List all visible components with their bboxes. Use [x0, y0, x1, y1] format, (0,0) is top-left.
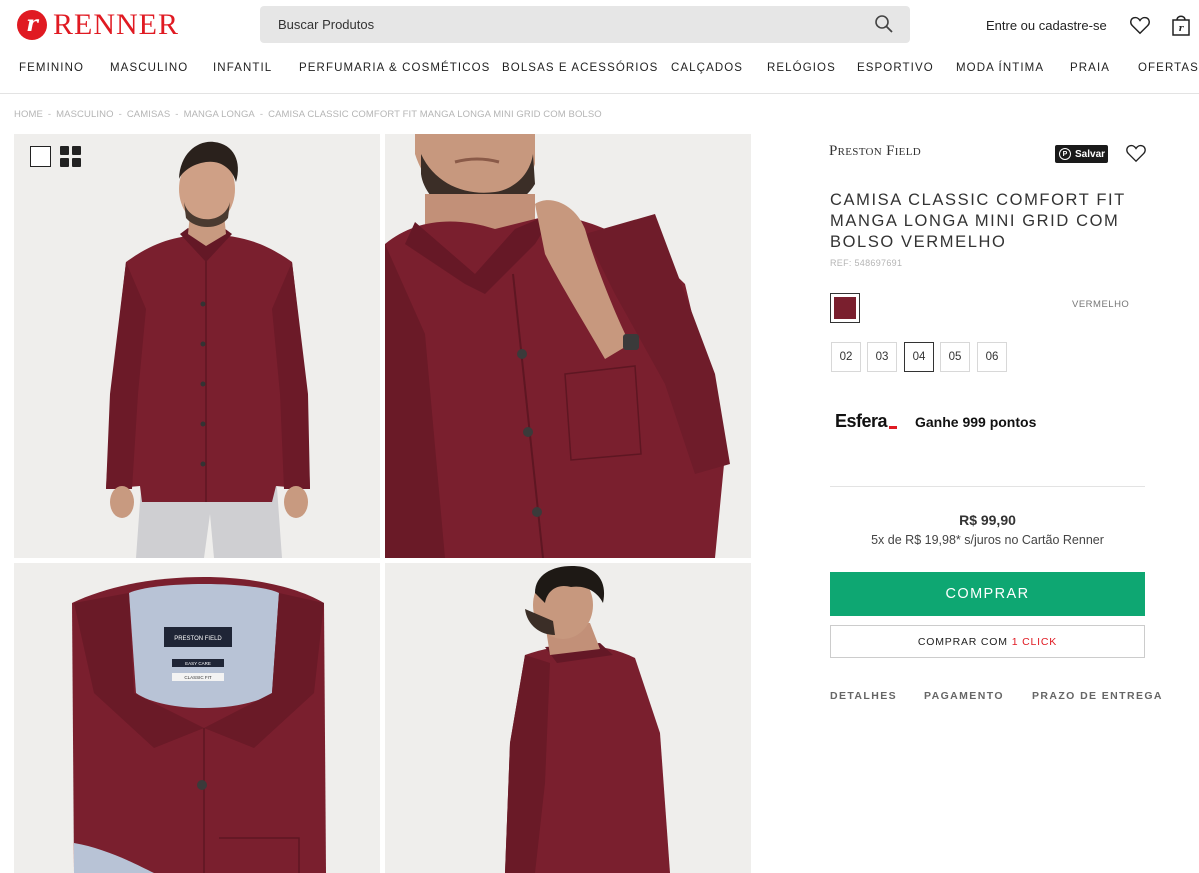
nav-item-calcados[interactable]: CALÇADOS [671, 62, 743, 74]
size-option-06[interactable]: 06 [977, 342, 1007, 372]
save-label: Salvar [1075, 148, 1106, 160]
product-photo-closeup[interactable] [385, 134, 751, 558]
nav-item-bolsas[interactable]: BOLSAS E ACESSÓRIOS [502, 62, 658, 74]
view-grid-icon[interactable] [60, 146, 81, 167]
product-photo-front[interactable] [14, 134, 380, 558]
product-photo-side-image [385, 563, 751, 873]
one-click-label: COMPRAR COM [917, 635, 1008, 648]
esfera-logo: Esfera [835, 411, 898, 432]
renner-logo[interactable]: r RENNER [17, 9, 179, 41]
tab-detalhes[interactable]: DETALHES [830, 690, 897, 702]
breadcrumb-current: CAMISA CLASSIC COMFORT FIT MANGA LONGA M… [268, 109, 602, 120]
nav-item-infantil[interactable]: INFANTIL [213, 62, 272, 74]
nav-item-esportivo[interactable]: ESPORTIVO [857, 62, 934, 74]
color-name: VERMELHO [1072, 299, 1130, 310]
favorite-heart-icon[interactable] [1125, 143, 1147, 163]
size-option-04[interactable]: 04 [904, 342, 934, 372]
folded-label-tag2: CLASSIC FIT [184, 675, 212, 680]
esfera-logo-text: Esfera [835, 411, 888, 431]
esfera-logo-dash [889, 426, 898, 429]
size-option-03[interactable]: 03 [867, 342, 897, 372]
product-photo-side[interactable] [385, 563, 751, 873]
shopping-bag-icon[interactable]: r [1171, 13, 1191, 37]
nav-item-relogios[interactable]: RELÓGIOS [767, 62, 836, 74]
login-link[interactable]: Entre ou cadastre-se [986, 18, 1107, 33]
nav-item-moda-intima[interactable]: MODA ÍNTIMA [956, 62, 1044, 74]
size-option-05[interactable]: 05 [940, 342, 970, 372]
size-option-02[interactable]: 02 [831, 342, 861, 372]
product-ref: REF: 548697691 [830, 258, 903, 268]
search-bar [260, 6, 910, 43]
main-nav: FEMININO MASCULINO INFANTIL PERFUMARIA &… [0, 60, 1199, 80]
tab-prazo-de-entrega[interactable]: PRAZO DE ENTREGA [1032, 690, 1163, 702]
nav-item-masculino[interactable]: MASCULINO [110, 62, 188, 74]
price-divider [830, 486, 1145, 487]
view-single-icon[interactable] [30, 146, 51, 167]
logo-mark-icon: r [17, 10, 47, 40]
buy-button[interactable]: COMPRAR [830, 572, 1145, 616]
search-icon[interactable] [874, 14, 894, 34]
nav-item-perfumaria[interactable]: PERFUMARIA & COSMÉTICOS [299, 62, 490, 74]
one-click-highlight: 1 CLICK [1011, 635, 1058, 648]
product-price: R$ 99,90 [959, 512, 1016, 528]
search-input[interactable] [260, 6, 860, 43]
header-divider [0, 93, 1199, 94]
product-photo-front-image [14, 134, 380, 558]
breadcrumb-masculino[interactable]: MASCULINO [56, 109, 113, 120]
brand-name[interactable]: Preston Field [829, 143, 921, 160]
installments-info: 5x de R$ 19,98* s/juros no Cartão Renner [871, 533, 1104, 547]
wishlist-heart-icon[interactable] [1129, 14, 1151, 36]
breadcrumb-manga-longa[interactable]: MANGA LONGA [184, 109, 255, 120]
breadcrumb: HOME - MASCULINO - CAMISAS - MANGA LONGA - CAMIS… [14, 109, 602, 120]
nav-item-feminino[interactable]: FEMININO [19, 62, 84, 74]
esfera-points: Ganhe 999 pontos [915, 414, 1037, 430]
product-photo-closeup-image [385, 134, 751, 558]
svg-text:r: r [1179, 24, 1185, 34]
folded-label-brand: PRESTON FIELD [174, 636, 222, 642]
tab-pagamento[interactable]: PAGAMENTO [924, 690, 1004, 702]
pinterest-save-button[interactable]: P Salvar [1055, 145, 1108, 163]
folded-label-tag1: EASY CARE [185, 661, 211, 666]
breadcrumb-home[interactable]: HOME [14, 109, 43, 120]
product-title: CAMISA CLASSIC COMFORT FIT MANGA LONGA M… [830, 191, 1126, 251]
pinterest-icon: P [1059, 148, 1071, 160]
nav-item-ofertas[interactable]: OFERTAS [1138, 62, 1199, 74]
product-photo-folded[interactable]: PRESTON FIELD EASY CARE CLASSIC FIT [14, 563, 380, 873]
color-swatch-vermelho[interactable] [830, 293, 860, 323]
nav-item-praia[interactable]: PRAIA [1070, 62, 1110, 74]
breadcrumb-camisas[interactable]: CAMISAS [127, 109, 170, 120]
buy-one-click-button[interactable]: COMPRAR COM 1 CLICK [830, 625, 1145, 658]
color-swatch-fill [834, 297, 856, 319]
product-photo-folded-image: PRESTON FIELD EASY CARE CLASSIC FIT [14, 563, 380, 873]
logo-text: RENNER [53, 8, 179, 41]
